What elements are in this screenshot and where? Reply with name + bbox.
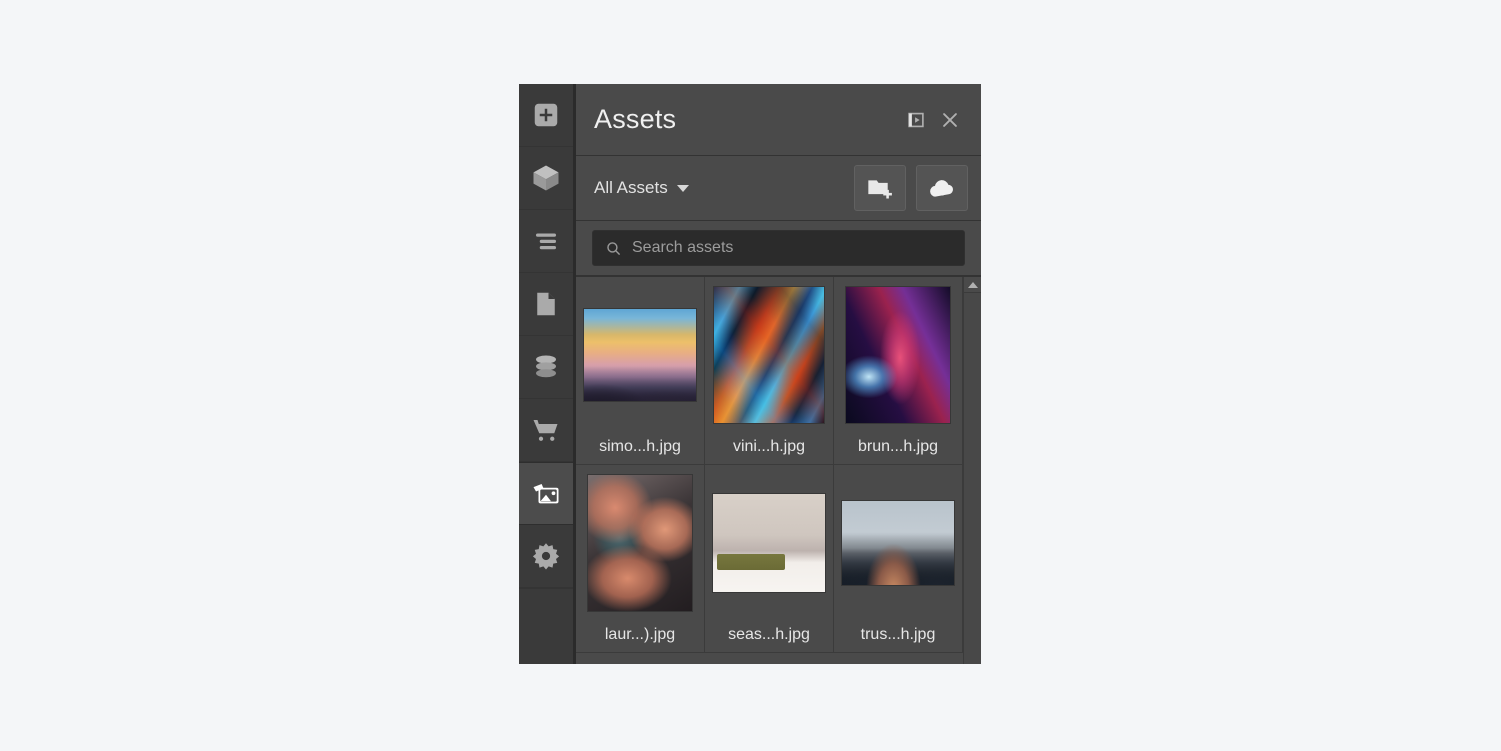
sidebar-item-pages[interactable] bbox=[519, 273, 573, 336]
sidebar-item-layers[interactable] bbox=[519, 210, 573, 273]
asset-item[interactable]: brun...h.jpg bbox=[834, 277, 963, 465]
asset-item[interactable]: simo...h.jpg bbox=[576, 277, 705, 465]
scroll-up-button[interactable] bbox=[964, 277, 981, 293]
new-folder-button[interactable] bbox=[854, 165, 906, 211]
asset-thumbnail bbox=[846, 286, 950, 423]
dock-panel-button[interactable] bbox=[899, 103, 933, 137]
chevron-up-icon bbox=[967, 281, 978, 288]
asset-thumbnail-holder bbox=[705, 279, 833, 430]
asset-filename: seas...h.jpg bbox=[728, 626, 810, 643]
asset-item[interactable]: seas...h.jpg bbox=[705, 465, 834, 653]
sidebar-filler bbox=[519, 588, 573, 664]
asset-grid: simo...h.jpg vini...h.jpg brun...h.jpg l… bbox=[576, 277, 963, 664]
page-title: Assets bbox=[594, 104, 677, 134]
sidebar-icon-rail bbox=[519, 84, 576, 664]
asset-filename: brun...h.jpg bbox=[857, 438, 939, 455]
chevron-down-icon bbox=[676, 184, 689, 192]
panel-toolbar: All Assets bbox=[576, 156, 981, 221]
assets-panel-window: Assets All Assets Search assets simo...h… bbox=[519, 84, 981, 664]
assets-panel: Assets All Assets Search assets simo...h… bbox=[576, 84, 981, 664]
sidebar-item-data[interactable] bbox=[519, 336, 573, 399]
asset-thumbnail bbox=[712, 493, 826, 592]
asset-filename: laur...).jpg bbox=[604, 626, 676, 643]
sidebar-item-assets[interactable] bbox=[519, 462, 573, 525]
images-icon bbox=[533, 483, 559, 503]
database-icon bbox=[536, 355, 556, 378]
asset-item[interactable]: laur...).jpg bbox=[576, 465, 705, 653]
cart-icon bbox=[533, 420, 558, 441]
page-icon bbox=[537, 292, 555, 316]
asset-item[interactable]: vini...h.jpg bbox=[705, 277, 834, 465]
asset-thumbnail-holder bbox=[576, 279, 704, 430]
search-input[interactable] bbox=[632, 239, 952, 257]
plus-square-icon bbox=[534, 103, 558, 127]
scrollbar-track[interactable] bbox=[964, 293, 981, 664]
cube-icon bbox=[533, 165, 559, 191]
asset-item[interactable]: trus...h.jpg bbox=[834, 465, 963, 653]
cloud-upload-icon bbox=[930, 180, 953, 197]
asset-filename: vini...h.jpg bbox=[732, 438, 806, 455]
asset-thumbnail bbox=[714, 286, 824, 423]
close-button[interactable] bbox=[933, 103, 967, 137]
asset-thumbnail-holder bbox=[834, 467, 962, 618]
asset-filter-dropdown[interactable]: All Assets bbox=[594, 178, 844, 198]
asset-thumbnail bbox=[841, 500, 955, 585]
dock-panel-icon bbox=[908, 112, 924, 127]
asset-thumbnail-holder bbox=[834, 279, 962, 430]
sidebar-item-ecommerce[interactable] bbox=[519, 399, 573, 462]
asset-filename: trus...h.jpg bbox=[860, 626, 936, 643]
sidebar-item-settings[interactable] bbox=[519, 525, 573, 588]
asset-grid-wrap: simo...h.jpg vini...h.jpg brun...h.jpg l… bbox=[576, 276, 981, 664]
asset-filename: simo...h.jpg bbox=[599, 438, 681, 455]
panel-header: Assets bbox=[576, 84, 981, 156]
search-box[interactable] bbox=[592, 230, 965, 266]
upload-button[interactable] bbox=[916, 165, 968, 211]
search-icon bbox=[607, 241, 620, 255]
asset-filter-label: All Assets bbox=[594, 178, 668, 197]
sidebar-item-add[interactable] bbox=[519, 84, 573, 147]
sidebar-item-components[interactable] bbox=[519, 147, 573, 210]
layers-list-icon bbox=[536, 233, 556, 250]
grid-scrollbar[interactable] bbox=[963, 277, 981, 664]
folder-plus-icon bbox=[868, 180, 892, 199]
asset-thumbnail-holder bbox=[705, 467, 833, 618]
asset-thumbnail-holder bbox=[576, 467, 704, 618]
close-icon bbox=[943, 112, 957, 127]
asset-thumbnail bbox=[588, 474, 692, 611]
asset-thumbnail bbox=[583, 308, 697, 401]
gear-icon bbox=[532, 543, 560, 570]
search-row bbox=[576, 221, 981, 276]
